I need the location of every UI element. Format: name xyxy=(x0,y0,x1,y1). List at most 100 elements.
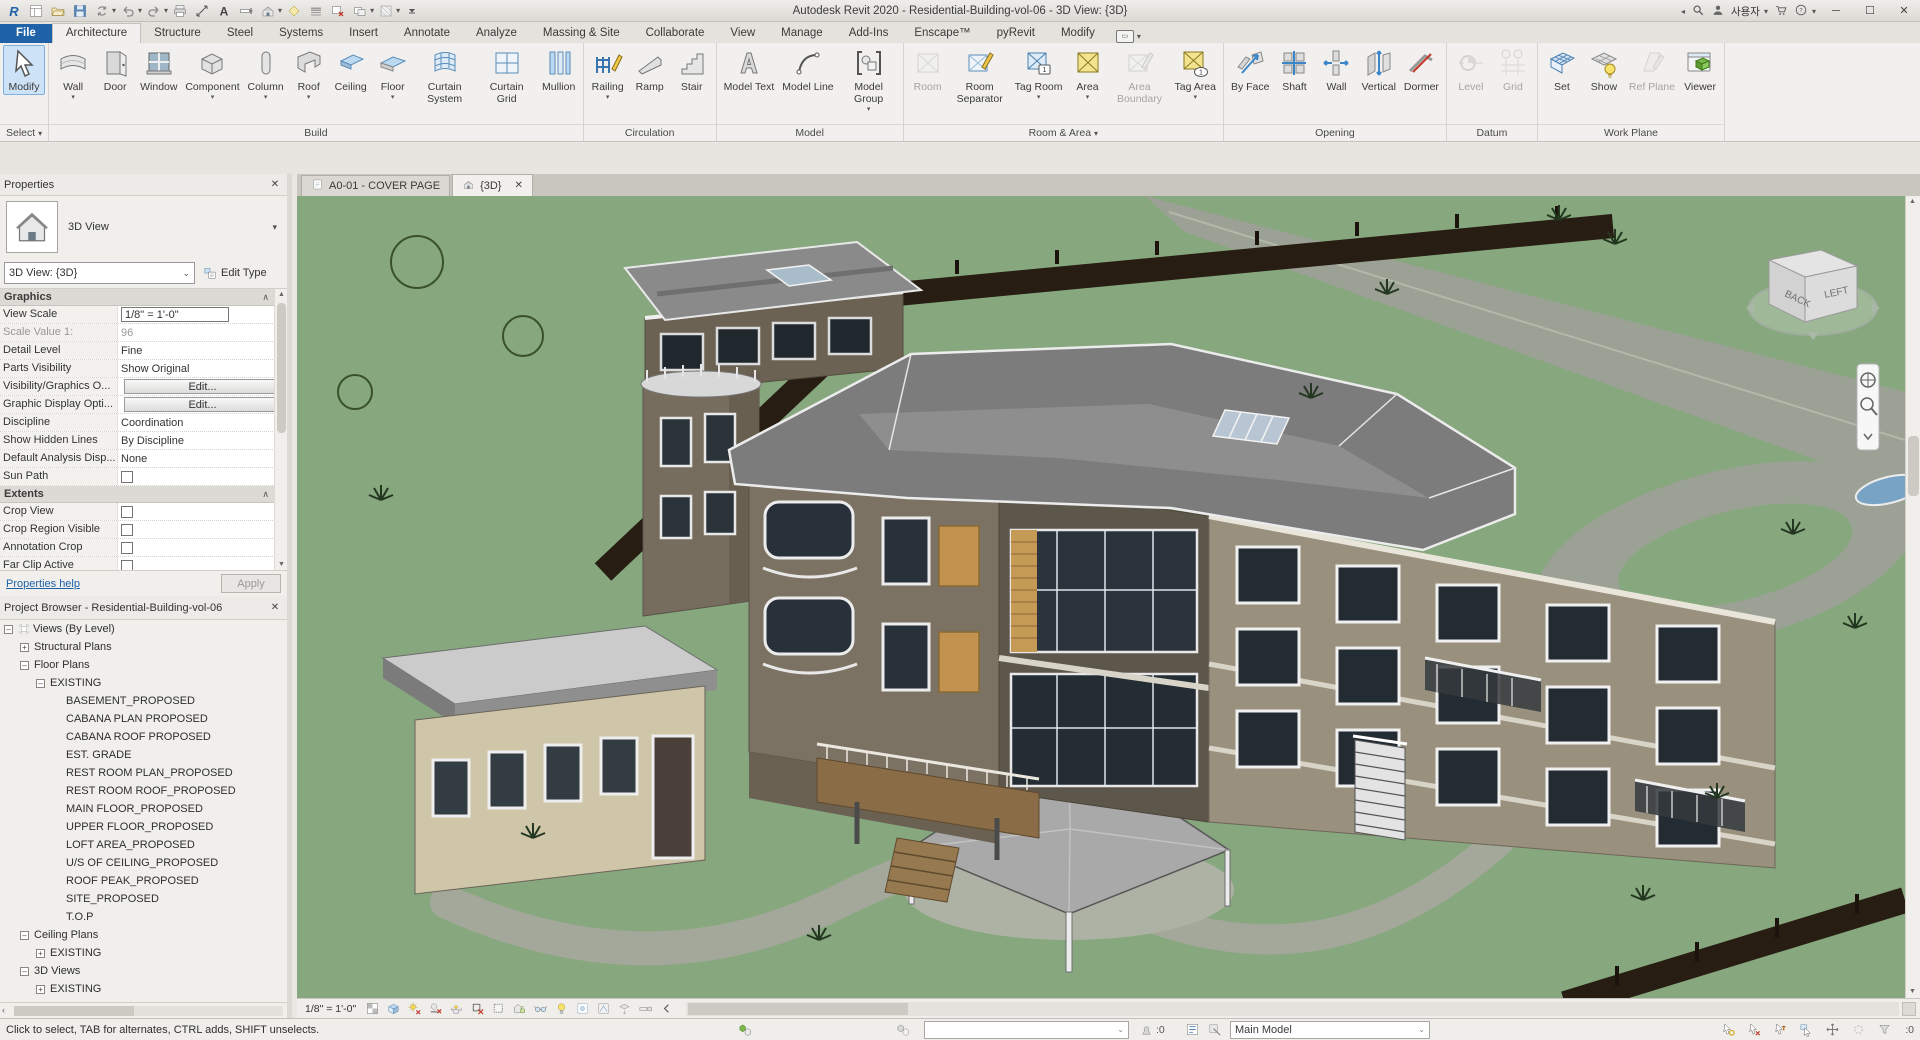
browser-tree-item[interactable]: MAIN FLOOR_PROPOSED xyxy=(0,800,287,818)
wall-button[interactable]: Wall ▾ xyxy=(52,45,94,102)
property-value[interactable]: Show Original xyxy=(118,360,287,377)
ribbon-tab-pyrevit[interactable]: pyRevit xyxy=(984,24,1048,43)
close-button[interactable]: ✕ xyxy=(1890,1,1918,21)
browser-tree-item[interactable]: ROOF PEAK_PROPOSED xyxy=(0,872,287,890)
tag-room-button[interactable]: 1 Tag Room ▾ xyxy=(1011,45,1067,102)
ribbon-tab-insert[interactable]: Insert xyxy=(336,24,391,43)
resize-grip[interactable] xyxy=(1902,1001,1916,1016)
save-icon[interactable] xyxy=(70,1,90,21)
worksets-icon[interactable] xyxy=(893,1021,913,1039)
browser-tree-item[interactable]: LOFT AREA_PROPOSED xyxy=(0,836,287,854)
by-face-button[interactable]: By Face xyxy=(1227,45,1274,95)
selection-filter-icon[interactable] xyxy=(1874,1021,1894,1039)
section-icon[interactable] xyxy=(236,1,256,21)
cart-icon[interactable] xyxy=(1774,3,1788,20)
property-value[interactable]: Edit... xyxy=(118,378,287,395)
signed-in-user[interactable]: 사용자 xyxy=(1731,4,1760,19)
edit-type-button[interactable]: Edit Type xyxy=(199,262,283,284)
reveal-hidden-icon[interactable] xyxy=(552,1000,570,1018)
dropdown-caret-icon[interactable]: ▾ xyxy=(867,106,871,113)
file-properties-icon[interactable] xyxy=(26,1,46,21)
checkbox[interactable] xyxy=(121,505,133,518)
view-tab-3d[interactable]: {3D} ✕ xyxy=(452,174,533,196)
view-scale-button[interactable]: 1/8" = 1'-0" xyxy=(301,1003,360,1015)
hide-analytical-icon[interactable] xyxy=(594,1000,612,1018)
close-hidden-windows-icon[interactable] xyxy=(328,1,348,21)
displacement-icon[interactable] xyxy=(615,1000,633,1018)
property-value[interactable]: Edit... xyxy=(118,396,287,413)
search-icon[interactable] xyxy=(1691,3,1705,20)
browser-tree-item[interactable]: SITE_PROPOSED xyxy=(0,890,287,908)
apply-button[interactable]: Apply xyxy=(221,574,281,593)
project-browser-hscrollbar[interactable]: ‹ xyxy=(0,1002,287,1018)
property-value[interactable] xyxy=(118,468,287,485)
drag-elements-icon[interactable] xyxy=(1822,1021,1842,1039)
browser-tree-item[interactable]: – Ceiling Plans xyxy=(0,926,287,944)
navigation-bar[interactable] xyxy=(1856,363,1880,451)
show-button[interactable]: Show xyxy=(1583,45,1625,95)
section-header-graphics[interactable]: Graphics ∧ xyxy=(0,289,287,306)
undo-icon[interactable] xyxy=(118,1,138,21)
select-pinned-icon[interactable] xyxy=(1770,1021,1790,1039)
browser-tree-item[interactable]: – Floor Plans xyxy=(0,656,287,674)
property-value[interactable]: By Discipline xyxy=(118,432,287,449)
modify-button[interactable]: Modify xyxy=(3,45,45,95)
browser-tree-item[interactable]: + EXISTING xyxy=(0,980,287,998)
active-workset-icon[interactable] xyxy=(735,1021,755,1039)
browser-tree-item[interactable]: + Structural Plans xyxy=(0,638,287,656)
area-button[interactable]: Area ▾ xyxy=(1067,45,1109,102)
property-value[interactable]: None xyxy=(118,450,287,467)
ribbon-tab-file[interactable]: File xyxy=(0,24,52,43)
component-button[interactable]: Component ▾ xyxy=(181,45,243,102)
room-separator-button[interactable]: Room Separator xyxy=(949,45,1011,107)
browser-tree-item[interactable]: EST. GRADE xyxy=(0,746,287,764)
ribbon-tab-systems[interactable]: Systems xyxy=(266,24,336,43)
browser-tree-item[interactable]: REST ROOM ROOF_PROPOSED xyxy=(0,782,287,800)
ribbon-tab-massing-site[interactable]: Massing & Site xyxy=(530,24,633,43)
chevron-left-icon[interactable]: ◂ xyxy=(1681,7,1685,16)
dropdown-caret-icon[interactable]: ▾ xyxy=(1037,94,1041,101)
browser-tree-item[interactable]: + EXISTING xyxy=(0,944,287,962)
close-icon[interactable]: ✕ xyxy=(514,180,522,191)
ribbon-tab-steel[interactable]: Steel xyxy=(214,24,266,43)
wall-button[interactable]: Wall xyxy=(1315,45,1357,95)
open-icon[interactable] xyxy=(48,1,68,21)
tree-expander-icon[interactable]: – xyxy=(20,966,29,976)
temporary-hide-icon[interactable] xyxy=(531,1000,549,1018)
model-line-button[interactable]: Model Line xyxy=(778,45,837,95)
ribbon-tab-modify[interactable]: Modify xyxy=(1048,24,1108,43)
panel-label-datum[interactable]: Datum xyxy=(1446,124,1537,141)
dropdown-caret-icon[interactable]: ▾ xyxy=(370,6,374,15)
checkbox[interactable] xyxy=(121,523,133,536)
ribbon-tab-view[interactable]: View xyxy=(717,24,768,43)
measure-icon[interactable] xyxy=(192,1,212,21)
spinner-icon[interactable] xyxy=(1848,1021,1868,1039)
ribbon-tab-manage[interactable]: Manage xyxy=(768,24,836,43)
collapse-icon[interactable]: ∧ xyxy=(262,292,269,303)
dropdown-caret-icon[interactable]: ▾ xyxy=(1086,94,1090,101)
revit-logo-icon[interactable]: R xyxy=(4,1,24,21)
model-group-button[interactable]: Model Group ▾ xyxy=(838,45,900,114)
tree-expander-icon[interactable]: + xyxy=(20,642,29,652)
property-value[interactable]: Coordination xyxy=(118,414,287,431)
tree-expander-icon[interactable]: + xyxy=(36,984,45,994)
ceiling-button[interactable]: Ceiling xyxy=(330,45,372,95)
view-tab-a0-01-cover-page[interactable]: A0-01 - COVER PAGE xyxy=(301,175,451,196)
collapse-icon[interactable] xyxy=(657,1000,675,1018)
select-by-face-icon[interactable] xyxy=(1796,1021,1816,1039)
browser-tree-item[interactable]: UPPER FLOOR_PROPOSED xyxy=(0,818,287,836)
chevron-down-icon[interactable]: ▾ xyxy=(272,222,277,233)
browser-tree-item[interactable]: –3D Views xyxy=(0,962,287,980)
text-icon[interactable]: A xyxy=(214,1,234,21)
dropdown-caret-icon[interactable]: ▾ xyxy=(307,94,311,101)
curtain-system-button[interactable]: Curtain System xyxy=(414,45,476,107)
type-selector[interactable]: 3D View ▾ xyxy=(0,196,287,258)
user-menu-caret-icon[interactable]: ▾ xyxy=(1764,7,1768,16)
edit-button[interactable]: Edit... xyxy=(124,379,281,394)
dropdown-caret-icon[interactable]: ▾ xyxy=(164,6,168,15)
vertical-button[interactable]: Vertical xyxy=(1357,45,1399,95)
property-value[interactable] xyxy=(118,539,287,556)
ribbon-tab-add-ins[interactable]: Add-Ins xyxy=(836,24,902,43)
select-links-icon[interactable] xyxy=(1718,1021,1738,1039)
minimize-button[interactable]: ─ xyxy=(1822,1,1850,21)
